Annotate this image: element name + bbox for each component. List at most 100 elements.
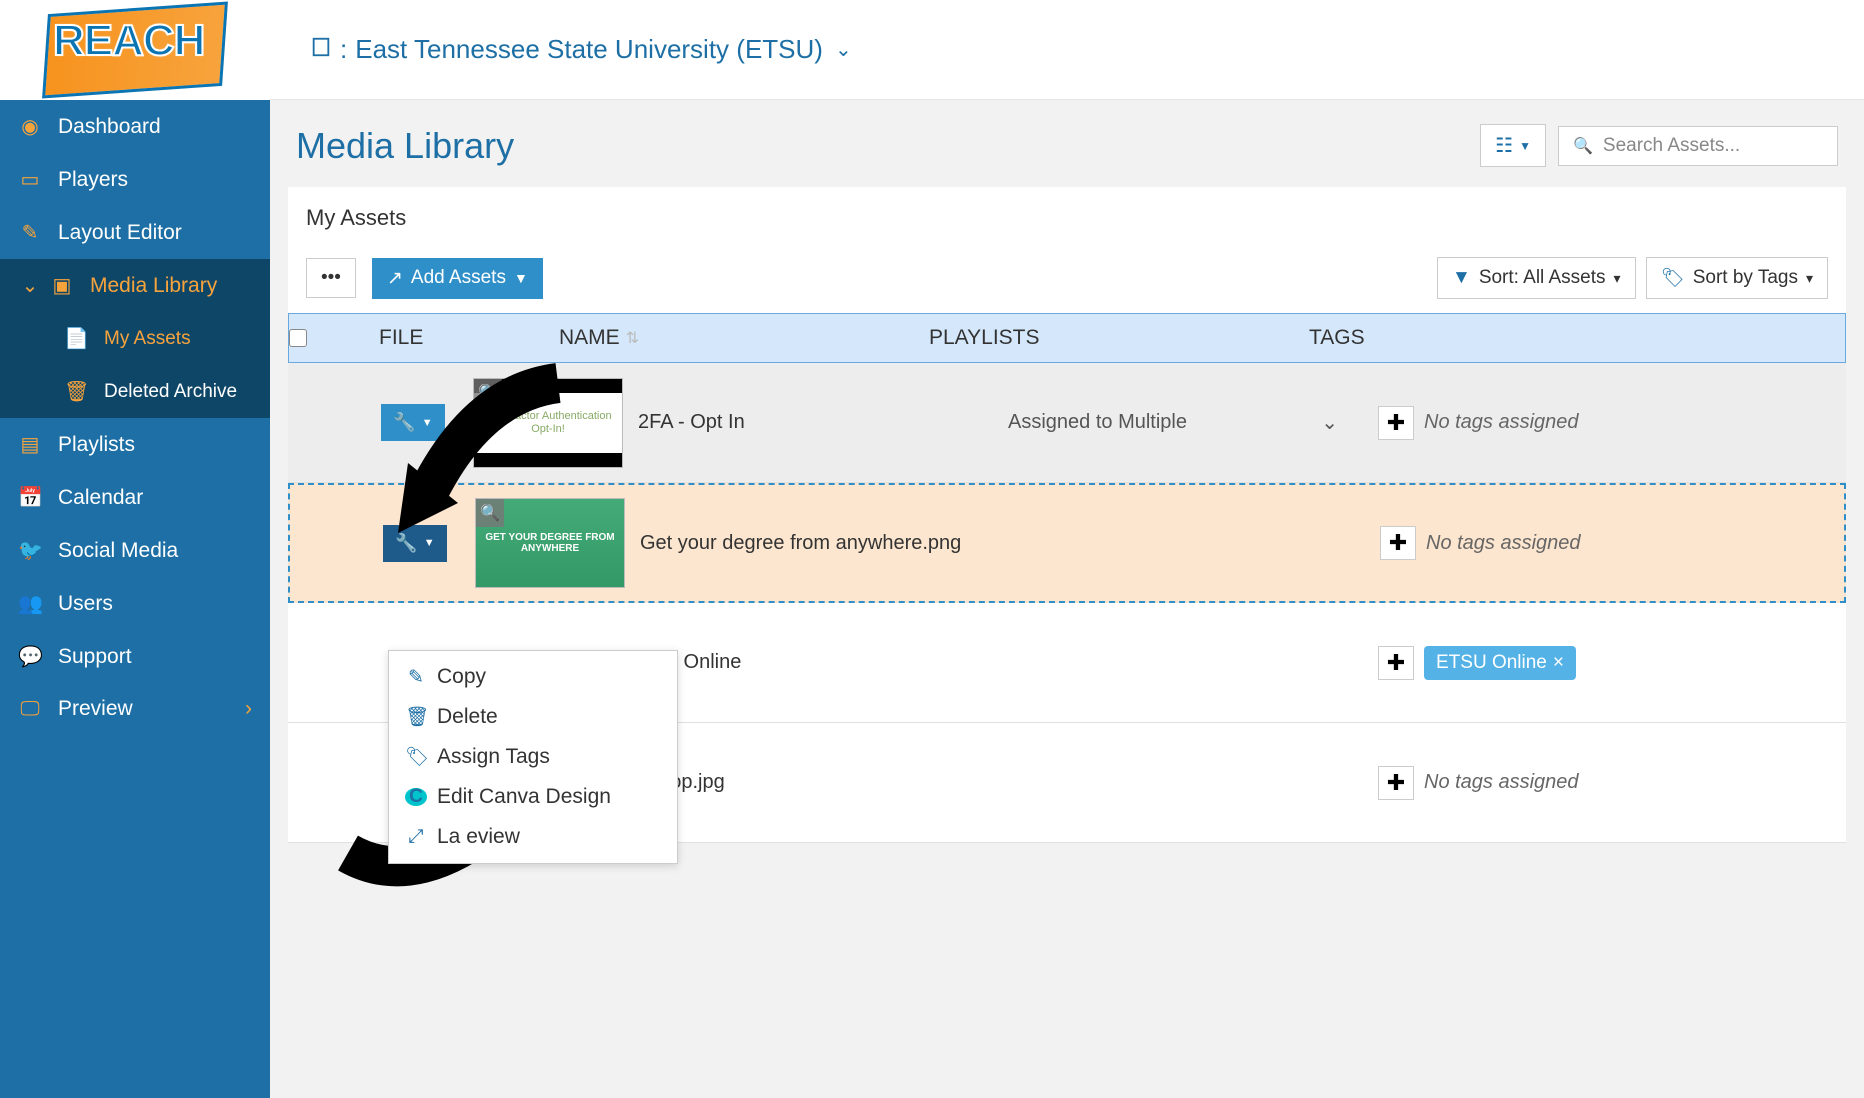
sidebar-item-users[interactable]: 👥 Users xyxy=(0,577,270,630)
chevron-down-icon: ⌄ xyxy=(18,273,42,298)
twitter-icon: 🐦 xyxy=(18,538,42,563)
add-tag-button[interactable]: ✚ xyxy=(1378,406,1414,440)
sidebar: ◉ Dashboard ▭ Players ✎ Layout Editor ⌄ … xyxy=(0,0,270,1098)
wrench-icon: 🔧 xyxy=(393,412,415,433)
sidebar-subitem-label: Deleted Archive xyxy=(104,381,237,403)
dropdown-edit-canva[interactable]: C Edit Canva Design xyxy=(389,777,677,817)
sidebar-item-label: Playlists xyxy=(58,433,135,457)
column-tags[interactable]: TAGS xyxy=(1299,326,1845,350)
sidebar-subitem-label: My Assets xyxy=(104,328,191,350)
dropdown-copy[interactable]: ✎ Copy xyxy=(389,657,677,697)
sidebar-item-media-library[interactable]: ⌄ ▣ Media Library xyxy=(0,259,270,312)
monitor-icon: 🖵 xyxy=(18,698,42,721)
no-tags-text: No tags assigned xyxy=(1424,771,1579,794)
select-all-checkbox[interactable] xyxy=(289,329,307,347)
sidebar-item-support[interactable]: 💬 Support xyxy=(0,630,270,683)
remove-tag-icon[interactable]: × xyxy=(1553,652,1564,674)
no-tags-text: No tags assigned xyxy=(1426,532,1581,555)
sidebar-subitem-my-assets[interactable]: 📄 My Assets xyxy=(0,312,270,365)
asset-playlist[interactable]: Assigned to Multiple ⌄ xyxy=(1008,410,1378,435)
asset-name[interactable]: laptop.jpg xyxy=(638,771,1008,794)
table-header: FILE NAME ⇅ PLAYLISTS TAGS xyxy=(288,313,1846,363)
add-assets-button[interactable]: ↗ Add Assets ▼ xyxy=(372,258,543,299)
tag-pill[interactable]: ETSU Online × xyxy=(1424,646,1576,680)
caret-down-icon: ▾ xyxy=(1614,270,1621,287)
sidebar-subitem-deleted-archive[interactable]: 🗑 Deleted Archive xyxy=(0,365,270,418)
sidebar-item-label: Dashboard xyxy=(58,115,161,139)
row-actions-button[interactable]: 🔧 ▼ xyxy=(383,525,446,562)
chevron-down-icon: ⌄ xyxy=(1321,410,1338,435)
asset-name[interactable]: TSU Online xyxy=(638,651,1008,674)
add-assets-label: Add Assets xyxy=(411,267,506,289)
add-tag-button[interactable]: ✚ xyxy=(1378,646,1414,680)
magnify-icon: 🔍 xyxy=(476,499,504,527)
sidebar-item-label: Preview xyxy=(58,697,133,721)
magnify-icon: 🔍 xyxy=(474,379,502,407)
sidebar-item-players[interactable]: ▭ Players xyxy=(0,153,270,206)
dropdown-delete[interactable]: 🗑 Delete xyxy=(389,697,677,737)
trash-icon: 🗑 xyxy=(64,379,88,404)
view-toggle-button[interactable]: ☷ ▼ xyxy=(1480,124,1546,167)
page-title: Media Library xyxy=(296,125,514,167)
panel-title: My Assets xyxy=(306,205,1828,231)
caret-down-icon: ▼ xyxy=(514,270,528,286)
dropdown-large-preview[interactable]: ⤢ La eview xyxy=(389,817,677,857)
tag-icon: 🏷 xyxy=(1661,266,1685,290)
calendar-icon: 📅 xyxy=(18,485,42,510)
sidebar-item-dashboard[interactable]: ◉ Dashboard xyxy=(0,100,270,153)
sidebar-item-label: Support xyxy=(58,645,132,669)
caret-down-icon: ▼ xyxy=(1519,139,1531,153)
more-actions-button[interactable]: ••• xyxy=(306,258,356,298)
sort-assets-label: Sort: All Assets xyxy=(1479,267,1606,289)
sidebar-item-label: Users xyxy=(58,592,113,616)
table-row[interactable]: 🔧 ▼ 🔍 Two-Factor Authentication Opt-In! xyxy=(288,363,1846,483)
search-assets-box[interactable]: 🔍 xyxy=(1558,126,1838,166)
playlist-icon: ▤ xyxy=(18,432,42,457)
sidebar-item-label: Calendar xyxy=(58,486,143,510)
sidebar-item-social-media[interactable]: 🐦 Social Media xyxy=(0,524,270,577)
facility-prefix: : xyxy=(340,34,347,65)
sidebar-item-label: Social Media xyxy=(58,539,178,563)
sidebar-item-label: Media Library xyxy=(90,274,217,298)
sidebar-item-layout-editor[interactable]: ✎ Layout Editor xyxy=(0,206,270,259)
no-tags-text: No tags assigned xyxy=(1424,411,1579,434)
column-file[interactable]: FILE xyxy=(369,326,559,350)
dropdown-assign-tags[interactable]: 🏷 Assign Tags xyxy=(389,737,677,777)
add-tag-button[interactable]: ✚ xyxy=(1380,526,1416,560)
image-icon: ▣ xyxy=(50,273,74,298)
asset-name[interactable]: Get your degree from anywhere.png xyxy=(640,532,1010,555)
search-input[interactable] xyxy=(1603,135,1823,157)
expand-icon: ⤢ xyxy=(405,826,427,848)
tag-icon: 🏷 xyxy=(405,745,427,769)
caret-down-icon: ▼ xyxy=(422,417,433,429)
dashboard-icon: ◉ xyxy=(18,114,42,139)
chat-icon: 💬 xyxy=(18,644,42,669)
column-name[interactable]: NAME ⇅ xyxy=(559,326,929,350)
asset-thumbnail[interactable]: 🔍 GET YOUR DEGREE FROM ANYWHERE xyxy=(475,498,625,588)
add-tag-button[interactable]: ✚ xyxy=(1378,766,1414,800)
filter-icon: ▼ xyxy=(1452,267,1471,289)
row-actions-button[interactable]: 🔧 ▼ xyxy=(381,404,444,441)
sidebar-item-preview[interactable]: 🖵 Preview › xyxy=(0,683,270,735)
facility-selector[interactable]: : East Tennessee State University (ETSU)… xyxy=(310,34,852,65)
canva-icon: C xyxy=(405,788,427,806)
sidebar-item-label: Players xyxy=(58,168,128,192)
table-row[interactable]: 🔧 ▼ 🔍 GET YOUR DEGREE FROM ANYWHERE Get … xyxy=(288,483,1846,603)
logo[interactable]: REACH xyxy=(0,0,270,100)
ellipsis-icon: ••• xyxy=(321,267,341,289)
building-icon xyxy=(310,34,332,65)
sort-assets-button[interactable]: ▼ Sort: All Assets ▾ xyxy=(1437,257,1636,299)
row-actions-dropdown: ✎ Copy 🗑 Delete 🏷 Assign Tags C Edit Can… xyxy=(388,650,678,864)
edit-icon: ✎ xyxy=(18,220,42,245)
asset-thumbnail[interactable]: 🔍 Two-Factor Authentication Opt-In! xyxy=(473,378,623,468)
column-playlists[interactable]: PLAYLISTS xyxy=(929,326,1299,350)
sidebar-item-playlists[interactable]: ▤ Playlists xyxy=(0,418,270,471)
asset-name[interactable]: 2FA - Opt In xyxy=(638,411,1008,434)
sort-by-tags-button[interactable]: 🏷 Sort by Tags ▾ xyxy=(1646,257,1828,299)
list-icon: ☷ xyxy=(1495,133,1513,158)
users-icon: 👥 xyxy=(18,591,42,616)
caret-down-icon: ▾ xyxy=(1806,270,1813,287)
upload-icon: ↗ xyxy=(387,267,403,290)
sidebar-item-calendar[interactable]: 📅 Calendar xyxy=(0,471,270,524)
logo-text: REACH xyxy=(53,16,204,66)
